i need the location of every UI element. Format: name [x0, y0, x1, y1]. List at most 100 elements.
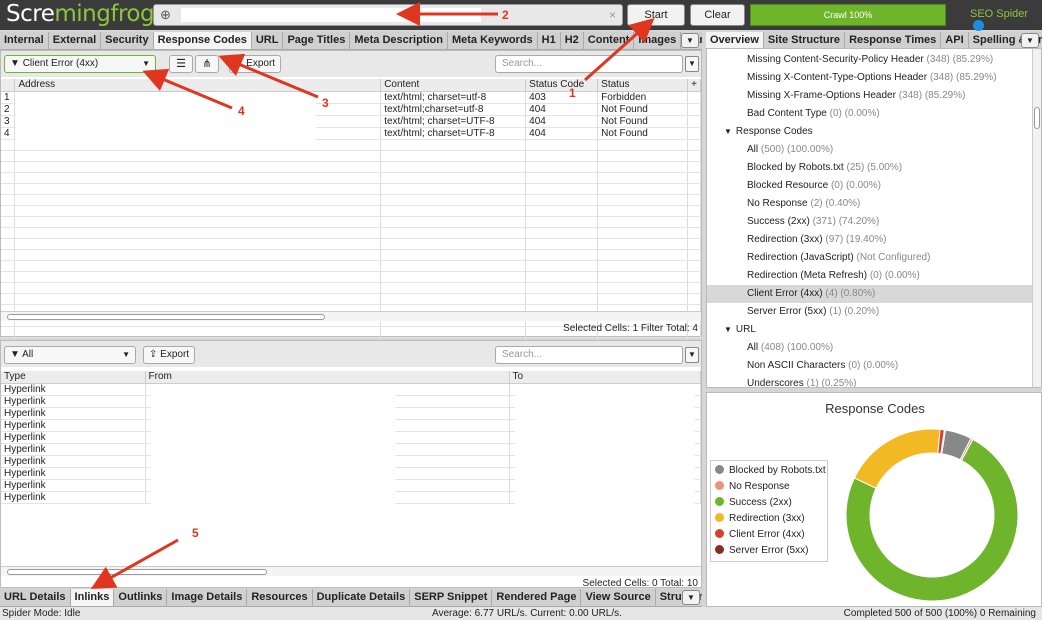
- details-tab-serp-snippet[interactable]: SERP Snippet: [410, 589, 493, 606]
- bottom-toolbar: ▼ All ▼ ⇪ Export Search... ▼: [1, 341, 701, 367]
- search-options-button[interactable]: ▼: [685, 347, 699, 363]
- details-tabs-overflow-button[interactable]: ▼: [682, 590, 700, 605]
- tree-item[interactable]: All (408) (100.00%): [707, 339, 1035, 357]
- tree-view-button[interactable]: ⋔: [195, 55, 219, 73]
- details-tab-outlinks[interactable]: Outlinks: [114, 589, 168, 606]
- search-input[interactable]: Search...: [495, 55, 683, 73]
- horizontal-scrollbar[interactable]: [1, 566, 701, 576]
- expand-triangle-icon[interactable]: ▼: [724, 325, 732, 334]
- list-view-button[interactable]: ☰: [169, 55, 193, 73]
- export-inlinks-button[interactable]: ⇪ Export: [143, 346, 196, 364]
- column-header[interactable]: Status Code: [525, 79, 599, 92]
- details-tab-rendered-page[interactable]: Rendered Page: [492, 589, 582, 606]
- tree-item[interactable]: Redirection (3xx) (97) (19.40%): [707, 231, 1035, 249]
- filter-dropdown[interactable]: ▼ Client Error (4xx) ▼: [4, 55, 156, 73]
- tree-item-label: No Response: [747, 198, 808, 209]
- details-tab-strip: URL Details Inlinks Outlinks Image Details R…: [0, 589, 702, 607]
- tree-item-label: Server Error (5xx): [747, 306, 827, 317]
- tree-item[interactable]: Missing Content-Security-Policy Header (…: [707, 51, 1035, 69]
- tab-url[interactable]: URL: [252, 32, 284, 49]
- legend-swatch: [715, 481, 724, 490]
- tab-meta-description[interactable]: Meta Description: [350, 32, 448, 49]
- tab-images[interactable]: Images: [634, 32, 682, 49]
- seo-spider-menu[interactable]: SEO Spider: [970, 8, 1042, 33]
- column-header[interactable]: To: [509, 371, 701, 384]
- export-button[interactable]: ⇪ Export: [229, 55, 282, 73]
- tab-internal[interactable]: Internal: [0, 32, 49, 49]
- tab-response-codes[interactable]: Response Codes: [153, 32, 252, 49]
- details-tab-view-source[interactable]: View Source: [581, 589, 656, 606]
- right-tab-response-times[interactable]: Response Times: [845, 32, 942, 49]
- tab-h2[interactable]: H2: [561, 32, 584, 49]
- tree-item[interactable]: Server Error (5xx) (1) (0.20%): [707, 303, 1035, 321]
- details-tab-url-details[interactable]: URL Details: [0, 589, 71, 606]
- top-toolbar: ▼ Client Error (4xx) ▼ ☰ ⋔ ⇪ Export Searc…: [1, 51, 701, 77]
- column-header[interactable]: Type: [1, 371, 146, 384]
- tree-item[interactable]: Bad Content Type (0) (0.00%): [707, 105, 1035, 123]
- tree-item[interactable]: No Response (2) (0.40%): [707, 195, 1035, 213]
- empty-row: [1, 260, 701, 272]
- tree-item[interactable]: Non ASCII Characters (0) (0.00%): [707, 357, 1035, 375]
- donut-chart: [845, 428, 1019, 602]
- tab-content[interactable]: Content: [584, 32, 635, 49]
- expand-triangle-icon[interactable]: ▼: [724, 127, 732, 136]
- cell-status: Forbidden: [597, 91, 689, 104]
- tree-item-count: (348) (85.29%): [929, 72, 997, 83]
- url-field-value[interactable]: [181, 8, 481, 22]
- search-options-button[interactable]: ▼: [685, 56, 699, 72]
- tab-meta-keywords[interactable]: Meta Keywords: [448, 32, 538, 49]
- url-input[interactable]: ⊕ ×: [153, 4, 623, 26]
- horizontal-scrollbar[interactable]: [1, 311, 701, 321]
- tree-item[interactable]: Blocked by Robots.txt (25) (5.00%): [707, 159, 1035, 177]
- donut-slice-redirection-3xx-[interactable]: [853, 428, 941, 489]
- legend-swatch: [715, 497, 724, 506]
- tree-item-count: (348) (85.29%): [926, 54, 994, 65]
- tree-item[interactable]: Missing X-Content-Type-Options Header (3…: [707, 69, 1035, 87]
- column-header[interactable]: Address: [14, 79, 382, 92]
- inlinks-search-input[interactable]: Search...: [495, 346, 683, 364]
- tree-item[interactable]: Client Error (4xx) (4) (0.80%): [707, 285, 1035, 303]
- legend-label: Client Error (4xx): [729, 529, 805, 540]
- column-header[interactable]: Content: [380, 79, 527, 92]
- tabs-overflow-button[interactable]: ▼: [681, 33, 699, 48]
- legend-item: Redirection (3xx): [715, 511, 823, 527]
- column-header[interactable]: Status: [597, 79, 689, 92]
- annotation-label-1: 1: [569, 86, 576, 100]
- tree-item[interactable]: Redirection (JavaScript) (Not Configured…: [707, 249, 1035, 267]
- column-header[interactable]: From: [145, 371, 510, 384]
- tree-item[interactable]: Success (2xx) (371) (74.20%): [707, 213, 1035, 231]
- tab-security[interactable]: Security: [101, 32, 154, 49]
- empty-row: [1, 249, 701, 261]
- tree-item[interactable]: Blocked Resource (0) (0.00%): [707, 177, 1035, 195]
- right-tab-overview[interactable]: Overview: [706, 32, 764, 49]
- tree-item[interactable]: Redirection (Meta Refresh) (0) (0.00%): [707, 267, 1035, 285]
- inlinks-filter-dropdown[interactable]: ▼ All ▼: [4, 346, 136, 364]
- empty-row: [1, 293, 701, 305]
- empty-row: [1, 216, 701, 228]
- tree-item[interactable]: Underscores (1) (0.25%): [707, 375, 1035, 387]
- tab-external[interactable]: External: [49, 32, 102, 49]
- right-tabs-overflow-button[interactable]: ▼: [1021, 33, 1039, 48]
- tree-item[interactable]: All (500) (100.00%): [707, 141, 1035, 159]
- cell-type: Hyperlink: [1, 479, 146, 492]
- right-tab-api[interactable]: API: [941, 32, 969, 49]
- details-tab-image-details[interactable]: Image Details: [167, 589, 248, 606]
- tab-h1[interactable]: H1: [538, 32, 561, 49]
- tree-item[interactable]: Missing X-Frame-Options Header (348) (85…: [707, 87, 1035, 105]
- right-tab-site-structure[interactable]: Site Structure: [764, 32, 846, 49]
- crawl-progress-bar: Crawl 100%: [750, 4, 946, 26]
- spider-mode: Spider Mode: Idle: [2, 608, 81, 619]
- details-tab-resources[interactable]: Resources: [247, 589, 313, 606]
- vertical-scrollbar[interactable]: [1032, 49, 1041, 387]
- tab-page-titles[interactable]: Page Titles: [283, 32, 351, 49]
- empty-row: [1, 227, 701, 239]
- clear-button[interactable]: Clear: [690, 4, 745, 26]
- add-column-icon[interactable]: +: [687, 79, 701, 92]
- details-tab-duplicate-details[interactable]: Duplicate Details: [313, 589, 411, 606]
- chart-title: Response Codes: [825, 401, 925, 416]
- start-button[interactable]: Start: [627, 4, 685, 26]
- tree-group[interactable]: ▼ URL: [707, 321, 1035, 339]
- tree-group[interactable]: ▼ Response Codes: [707, 123, 1035, 141]
- clear-url-icon[interactable]: ×: [609, 8, 616, 22]
- details-tab-inlinks[interactable]: Inlinks: [70, 589, 115, 606]
